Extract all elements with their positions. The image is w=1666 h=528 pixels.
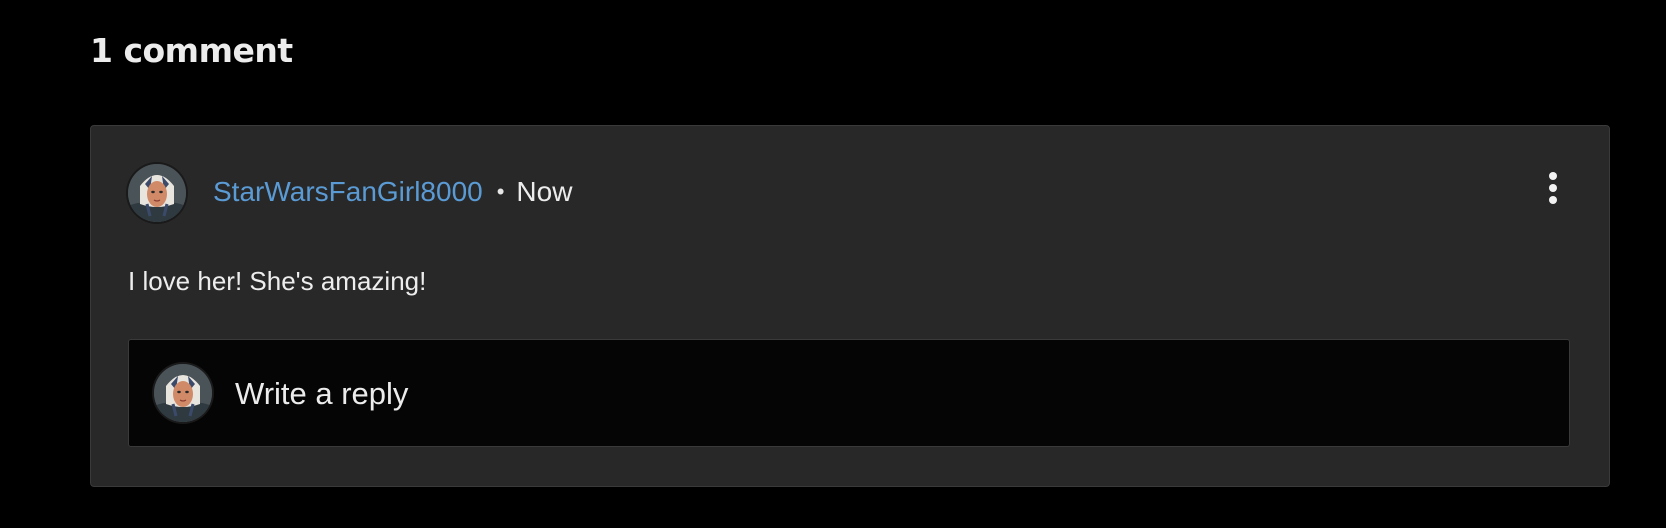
comment-body: I love her! She's amazing! — [128, 266, 427, 296]
user-avatar-icon — [154, 364, 212, 422]
comment-timestamp: Now — [516, 176, 573, 207]
comment-card: StarWarsFanGirl8000 • Now I love her! Sh… — [90, 125, 1610, 487]
more-options-button[interactable] — [1541, 168, 1565, 208]
comments-count-heading: 1 comment — [90, 31, 293, 70]
user-avatar-icon[interactable] — [128, 164, 186, 222]
reply-box[interactable] — [128, 339, 1570, 447]
comment-meta: StarWarsFanGirl8000 • Now — [213, 178, 572, 206]
meta-separator: • — [496, 179, 505, 204]
reply-input[interactable] — [235, 374, 1535, 414]
comment-author-link[interactable]: StarWarsFanGirl8000 — [213, 178, 483, 206]
more-vertical-icon — [1541, 171, 1565, 204]
